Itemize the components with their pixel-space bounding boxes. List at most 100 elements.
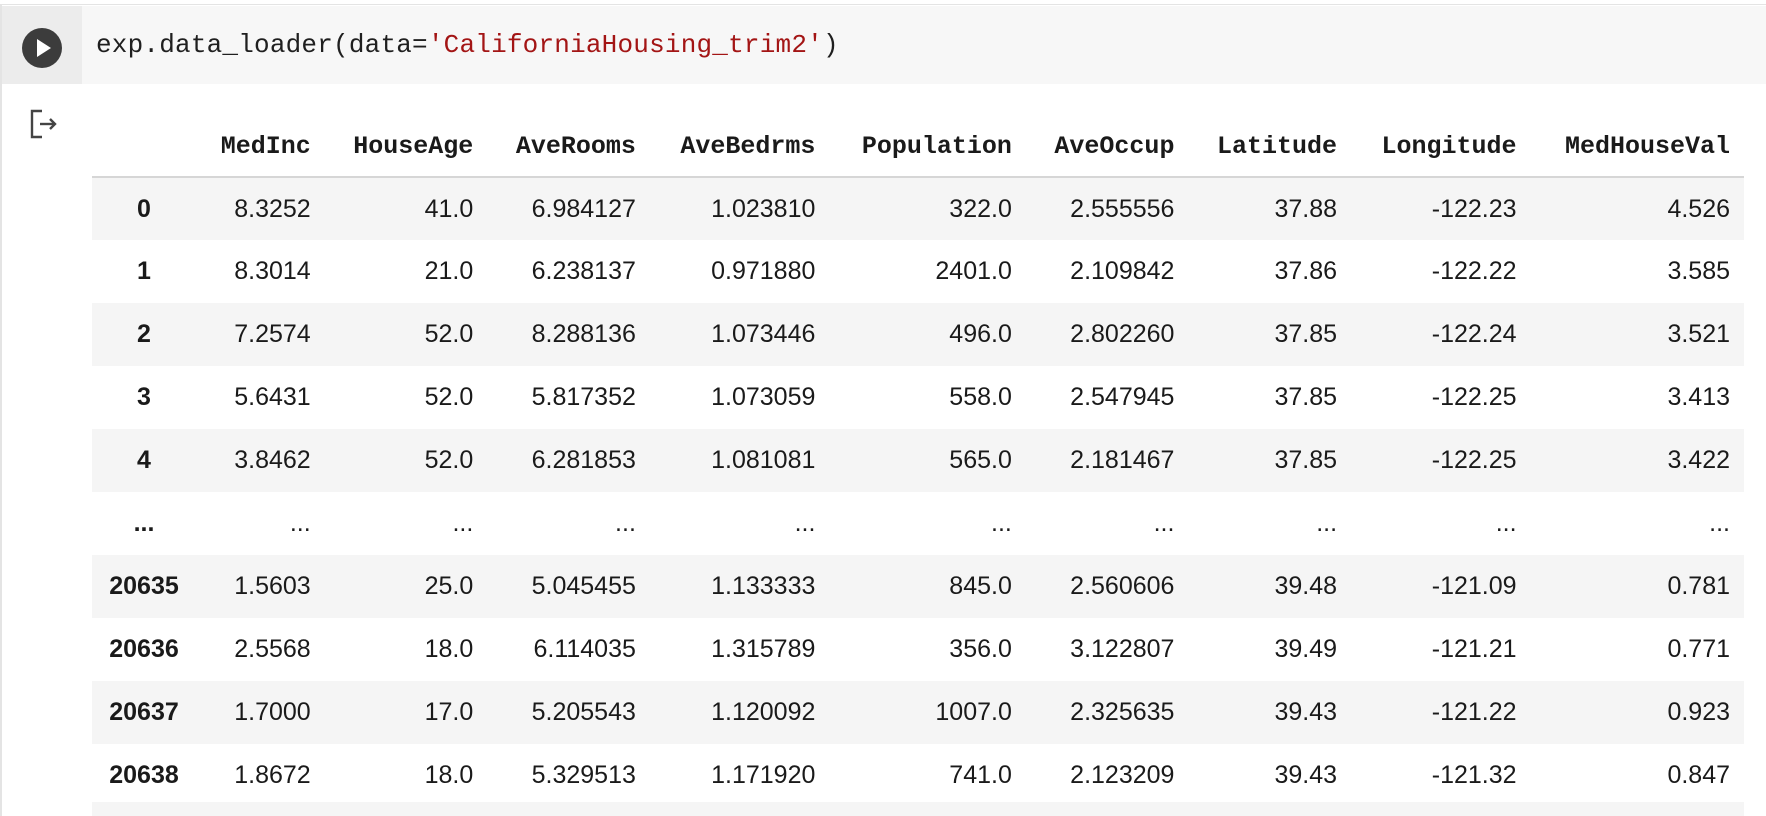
table-cell: ... <box>289 509 311 537</box>
table-cell: 2.547945 <box>1070 383 1175 411</box>
code-closing-paren: ) <box>822 30 839 60</box>
table-cell: -122.25 <box>1431 383 1517 411</box>
table-cell: 3.521 <box>1667 320 1730 348</box>
table-cell: 37.85 <box>1274 446 1338 474</box>
table-cell: 1.081081 <box>711 446 816 474</box>
table-cell: 5.205543 <box>531 698 636 726</box>
table-cell: 2401.0 <box>935 257 1012 285</box>
table-cell: 2.123209 <box>1070 761 1175 789</box>
table-cell: 37.86 <box>1274 257 1338 285</box>
index-header <box>92 112 196 178</box>
row-index: 20638 <box>109 761 179 789</box>
row-index: 3 <box>137 383 151 411</box>
table-cell: 37.85 <box>1274 320 1338 348</box>
table-cell: 8.3252 <box>234 194 311 223</box>
table-cell: ... <box>452 509 474 537</box>
output-redirect-icon[interactable] <box>28 108 60 140</box>
table-cell: 356.0 <box>949 635 1012 663</box>
table-cell: 6.114035 <box>533 635 636 663</box>
table-cell: 1.8672 <box>234 761 311 789</box>
table-cell: 37.88 <box>1274 194 1338 223</box>
notebook-page: exp.data_loader(data='CaliforniaHousing_… <box>0 0 1766 816</box>
table-cell: 52.0 <box>424 446 474 474</box>
table-cell: 496.0 <box>949 320 1012 348</box>
play-icon <box>37 39 51 57</box>
table-cell: 2.560606 <box>1070 572 1175 600</box>
table-row: 3 5.6431 52.0 5.817352 1.073059 558.0 2.547945… <box>92 366 1744 429</box>
table-cell: 565.0 <box>949 446 1012 474</box>
code-line[interactable]: exp.data_loader(data='CaliforniaHousing_… <box>96 30 839 60</box>
table-cell: 18.0 <box>424 635 474 663</box>
table-cell: 6.238137 <box>531 257 636 285</box>
table-row: 2 7.2574 52.0 8.288136 1.073446 496.0 2.802260… <box>92 303 1744 366</box>
table-cell: 25.0 <box>424 572 474 600</box>
table-cell: 2.802260 <box>1070 320 1175 348</box>
table-cell: -121.32 <box>1431 761 1517 789</box>
table-row: 0 8.3252 41.0 6.984127 1.023810 322.0 2.555556… <box>92 177 1744 240</box>
column-header: Longitude <box>1351 112 1531 178</box>
table-cell: 39.43 <box>1274 698 1338 726</box>
table-cell: -122.25 <box>1431 446 1517 474</box>
table-cell: -121.22 <box>1431 698 1517 726</box>
code-string-literal: 'CaliforniaHousing_trim2' <box>427 30 823 60</box>
table-cell: 6.984127 <box>531 194 636 223</box>
table-row: 20637 1.7000 17.0 5.205543 1.120092 1007.0 2.3… <box>92 681 1744 744</box>
row-index: 1 <box>137 257 151 285</box>
row-index: 0 <box>137 194 151 223</box>
table-cell: 1.023810 <box>711 194 816 223</box>
table-cell: -121.09 <box>1431 572 1517 600</box>
table-row: 1 8.3014 21.0 6.238137 0.971880 2401.0 2.10984… <box>92 240 1744 303</box>
table-row: 20636 2.5568 18.0 6.114035 1.315789 356.0 3.12… <box>92 618 1744 681</box>
table-cell: ... <box>794 509 816 537</box>
run-cell-button[interactable] <box>22 28 62 68</box>
table-overflow-edge <box>92 802 1744 816</box>
table-cell: 8.3014 <box>234 257 311 285</box>
row-index: 20635 <box>109 572 179 600</box>
table-cell: 5.329513 <box>531 761 636 789</box>
table-cell: 52.0 <box>424 320 474 348</box>
table-cell: ... <box>615 509 636 537</box>
table-row: 20635 1.5603 25.0 5.045455 1.133333 845.0 2.56… <box>92 555 1744 618</box>
table-cell: 5.6431 <box>234 383 311 411</box>
table-cell: 18.0 <box>424 761 474 789</box>
table-cell: 39.43 <box>1274 761 1338 789</box>
table-cell: -121.21 <box>1431 635 1517 663</box>
column-header: AveRooms <box>487 112 650 178</box>
table-cell: -122.22 <box>1431 257 1517 285</box>
table-cell: 1.171920 <box>711 761 816 789</box>
table-cell: 741.0 <box>949 761 1012 789</box>
table-cell: 322.0 <box>949 194 1012 223</box>
table-cell: 41.0 <box>424 194 474 223</box>
table-cell: 0.923 <box>1667 698 1730 726</box>
table-row: .............................. <box>92 492 1744 555</box>
table-cell: 1.5603 <box>234 572 311 600</box>
table-cell: 1.7000 <box>234 698 311 726</box>
table-cell: 2.181467 <box>1070 446 1175 474</box>
table-cell: 39.49 <box>1274 635 1338 663</box>
table-cell: 5.045455 <box>531 572 636 600</box>
dataframe-table: MedInc HouseAge AveRooms AveBedrms Populatio… <box>92 112 1744 807</box>
table-cell: 1.120092 <box>711 698 816 726</box>
table-cell: ... <box>1153 509 1175 537</box>
table-cell: 8.288136 <box>531 320 636 348</box>
table-cell: 3.585 <box>1667 257 1730 285</box>
table-cell: 3.8462 <box>234 446 311 474</box>
table-cell: ... <box>1495 509 1517 537</box>
table-cell: 1.073059 <box>711 383 816 411</box>
code-input-area[interactable]: exp.data_loader(data='CaliforniaHousing_… <box>2 6 1766 84</box>
code-call: exp.data_loader(data= <box>96 30 428 60</box>
row-index: 4 <box>137 446 151 474</box>
table-cell: 3.422 <box>1667 446 1730 474</box>
column-header: HouseAge <box>324 112 488 178</box>
table-cell: 4.526 <box>1667 194 1730 223</box>
row-index: 20636 <box>109 635 179 663</box>
table-cell: 17.0 <box>424 698 474 726</box>
table-cell: 2.5568 <box>234 635 311 663</box>
row-index: 2 <box>137 320 151 348</box>
table-body: 0 8.3252 41.0 6.984127 1.023810 322.0 2.555556… <box>92 177 1744 807</box>
column-header: Population <box>829 112 1026 178</box>
table-cell: 3.413 <box>1667 383 1730 411</box>
table-cell: 5.817352 <box>531 383 636 411</box>
table-cell: 39.48 <box>1274 572 1338 600</box>
cell-left-border <box>0 4 2 816</box>
